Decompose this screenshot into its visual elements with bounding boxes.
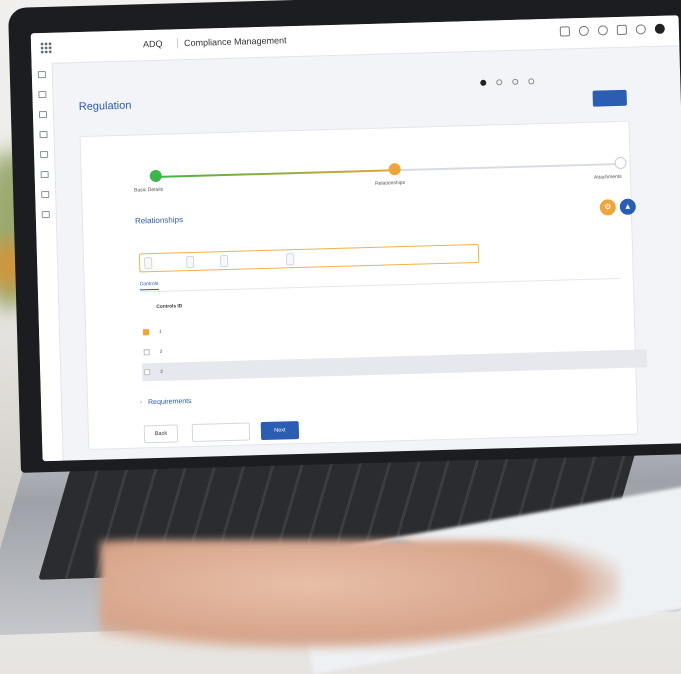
relationship-action-button[interactable]: ⚙ <box>600 199 616 215</box>
app-name: Compliance Management <box>177 35 287 48</box>
tab-controls[interactable]: Controls <box>140 281 159 291</box>
step-relationships[interactable] <box>388 163 400 175</box>
legend-item <box>480 80 488 86</box>
status-legend <box>480 78 536 86</box>
progress-line-done <box>155 169 395 178</box>
row-checkbox[interactable] <box>144 349 150 355</box>
settings-icon[interactable] <box>579 26 589 36</box>
step-basic-details[interactable] <box>150 170 162 182</box>
step-label: Relationships <box>375 180 405 187</box>
section-title: Relationships <box>135 215 183 225</box>
chat-icon[interactable] <box>41 171 49 178</box>
top-bar: ADQ Compliance Management <box>31 15 680 64</box>
save-exit-button[interactable] <box>192 422 250 442</box>
avatar[interactable] <box>655 24 665 34</box>
monitor-icon[interactable] <box>42 211 50 218</box>
home-icon[interactable] <box>38 91 46 98</box>
applicable-organizations-input[interactable] <box>139 244 479 272</box>
user-icon[interactable] <box>38 71 46 78</box>
row-checkbox[interactable] <box>144 369 150 375</box>
notification-icon[interactable] <box>617 25 627 35</box>
step-label: Basic Details <box>134 187 163 194</box>
grid-icon[interactable] <box>40 151 48 158</box>
left-sidebar <box>32 63 64 461</box>
help-icon[interactable] <box>636 24 646 34</box>
chevron-right-icon[interactable]: › <box>140 399 142 405</box>
tab-bar: Controls <box>140 280 201 291</box>
step-label: Attachments <box>594 174 622 181</box>
grid-view-icon[interactable] <box>560 26 570 36</box>
app-grid-icon[interactable] <box>40 42 52 54</box>
back-button[interactable]: Back <box>144 424 178 443</box>
laptop-lid: ADQ Compliance Management Regulation <box>8 0 681 473</box>
hand <box>100 540 620 650</box>
list-icon[interactable] <box>39 111 47 118</box>
form-card: Basic Details Relationships Attachments … <box>80 121 639 450</box>
org-chip[interactable] <box>144 257 152 269</box>
org-chip[interactable] <box>186 256 194 268</box>
tool-icon[interactable] <box>39 131 47 138</box>
step-attachments[interactable] <box>614 157 626 169</box>
org-chip[interactable] <box>220 255 228 267</box>
requirements-section[interactable]: Requirements <box>148 398 192 406</box>
org-chip[interactable] <box>286 253 294 265</box>
cell-id: 3 <box>160 369 163 374</box>
search-icon[interactable] <box>598 25 608 35</box>
column-header[interactable]: Controls ID <box>156 304 182 310</box>
top-icons <box>560 24 665 37</box>
row-checkbox[interactable] <box>143 329 149 335</box>
legend-item <box>512 79 520 85</box>
cell-id: 1 <box>159 329 162 334</box>
cell-id: 2 <box>160 349 163 354</box>
laptop-screen: ADQ Compliance Management Regulation <box>31 15 681 461</box>
shield-icon[interactable] <box>41 191 49 198</box>
legend-item <box>528 78 536 84</box>
save-button[interactable] <box>593 90 627 107</box>
legend-item <box>496 79 504 85</box>
page-title: Regulation <box>79 100 132 113</box>
app-short-name: ADQ <box>143 39 163 50</box>
warning-action-button[interactable]: ▲ <box>620 199 636 215</box>
tab-divider <box>140 278 620 292</box>
next-button[interactable]: Next <box>261 421 299 440</box>
progress-line-pending <box>395 163 620 171</box>
